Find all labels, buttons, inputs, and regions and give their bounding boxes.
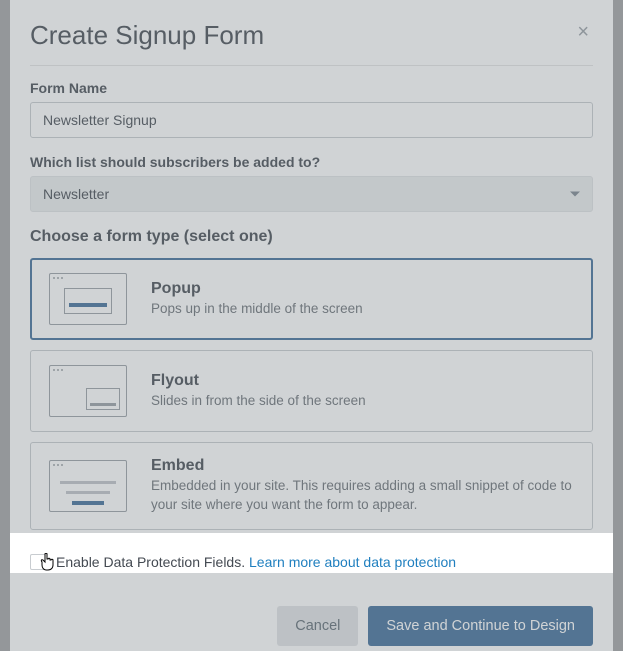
save-continue-button[interactable]: Save and Continue to Design [368,606,593,646]
popup-desc: Pops up in the middle of the screen [151,300,574,319]
data-protection-checkbox[interactable] [30,554,46,570]
create-signup-modal: Create Signup Form × Form Name Which lis… [10,0,613,651]
flyout-thumbnail-icon [49,365,127,417]
embed-desc: Embedded in your site. This requires add… [151,477,574,515]
modal-footer: Cancel Save and Continue to Design [30,606,593,646]
modal-title: Create Signup Form [30,20,264,51]
chevron-down-icon [570,192,580,197]
embed-title: Embed [151,457,574,475]
form-type-option-embed[interactable]: Embed Embedded in your site. This requir… [30,442,593,530]
data-protection-label: Enable Data Protection Fields. Learn mor… [56,554,456,570]
data-protection-text: Enable Data Protection Fields. [56,554,249,570]
form-type-heading: Choose a form type (select one) [30,228,593,246]
form-type-option-flyout[interactable]: Flyout Slides in from the side of the sc… [30,350,593,432]
data-protection-row: Enable Data Protection Fields. Learn mor… [30,540,593,584]
popup-title: Popup [151,280,574,298]
list-select-group: Which list should subscribers be added t… [30,154,593,212]
modal-header: Create Signup Form × [30,20,593,66]
flyout-desc: Slides in from the side of the screen [151,392,574,411]
cancel-button[interactable]: Cancel [277,606,358,646]
form-name-label: Form Name [30,80,593,96]
form-name-group: Form Name [30,80,593,138]
form-type-option-popup[interactable]: Popup Pops up in the middle of the scree… [30,258,593,340]
flyout-text: Flyout Slides in from the side of the sc… [151,372,574,411]
form-name-input[interactable] [30,102,593,138]
list-select-label: Which list should subscribers be added t… [30,154,593,170]
flyout-title: Flyout [151,372,574,390]
popup-thumbnail-icon [49,273,127,325]
list-select-value: Newsletter [43,186,109,202]
embed-thumbnail-icon [49,460,127,512]
close-icon[interactable]: × [573,20,593,44]
embed-text: Embed Embedded in your site. This requir… [151,457,574,515]
data-protection-link[interactable]: Learn more about data protection [249,554,456,570]
popup-text: Popup Pops up in the middle of the scree… [151,280,574,319]
list-select[interactable]: Newsletter [30,176,593,212]
